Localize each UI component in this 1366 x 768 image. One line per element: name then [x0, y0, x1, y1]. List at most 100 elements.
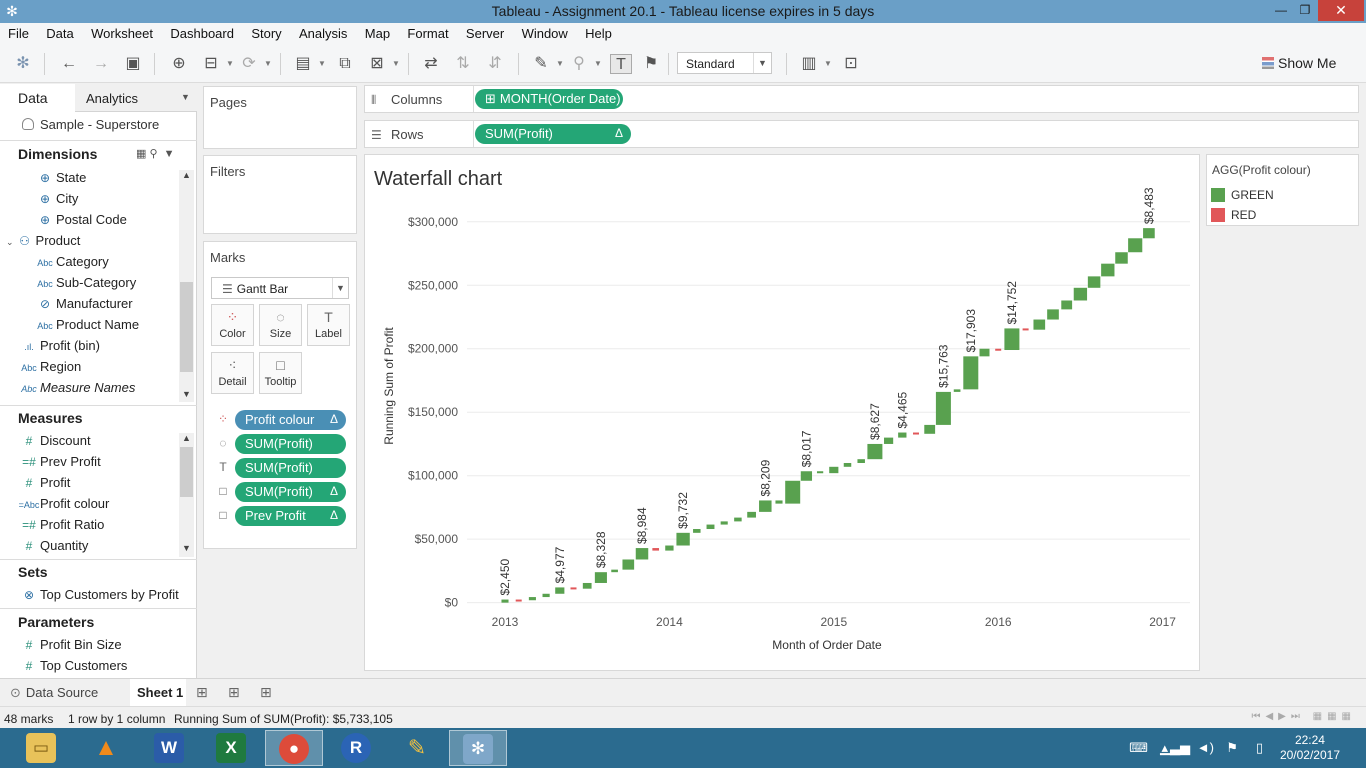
menu-file[interactable]: File — [8, 23, 29, 41]
waterfall-bar[interactable] — [1033, 319, 1046, 330]
tooltip-button[interactable]: □ Tooltip — [259, 352, 302, 394]
pages-card[interactable]: Pages — [203, 86, 357, 149]
menu-story[interactable]: Story — [251, 23, 281, 41]
field-prev-profit[interactable]: =# Prev Profit — [18, 454, 101, 469]
new-story-icon[interactable]: ⊞ — [260, 684, 272, 701]
field-product-name[interactable]: Abc Product Name — [34, 317, 139, 332]
waterfall-bar[interactable] — [1115, 252, 1128, 264]
waterfall-bar[interactable] — [924, 424, 936, 434]
dimensions-scrollbar[interactable]: ▲ ▼ — [179, 170, 194, 402]
pause-updates-icon[interactable]: ⊟ — [200, 54, 222, 74]
menu-map[interactable]: Map — [365, 23, 390, 41]
flag-icon[interactable]: ⚑ — [1226, 740, 1238, 756]
chevron-down-icon[interactable]: ▼ — [181, 92, 190, 102]
menu-help[interactable]: Help — [585, 23, 612, 41]
menu-analysis[interactable]: Analysis — [299, 23, 347, 41]
tableau-taskbar-icon[interactable]: ✻ — [449, 730, 507, 766]
field-profit-ratio[interactable]: =# Profit Ratio — [18, 517, 104, 532]
legend-item-red[interactable]: RED — [1211, 208, 1256, 222]
keyboard-icon[interactable]: ⌨ — [1129, 740, 1148, 756]
waterfall-bar[interactable] — [635, 548, 649, 560]
datasource-item[interactable]: Sample - Superstore — [22, 117, 159, 132]
r-icon[interactable]: R — [327, 730, 385, 766]
field-profit-bin[interactable]: .ıl. Profit (bin) — [18, 338, 100, 353]
mark-type-dropdown[interactable]: ☰ Gantt Bar ▼ — [211, 277, 349, 299]
fix-axes-icon[interactable]: ⚑ — [640, 54, 662, 74]
waterfall-bar[interactable] — [501, 599, 509, 603]
waterfall-bar[interactable] — [800, 471, 813, 481]
new-dashboard-icon[interactable]: ⊞ — [228, 684, 240, 701]
chrome-icon[interactable]: ● — [265, 730, 323, 766]
clear-sheet-icon[interactable]: ⊠ — [366, 54, 388, 74]
waterfall-bar[interactable] — [1101, 263, 1115, 277]
field-category[interactable]: Abc Category — [34, 254, 109, 269]
new-worksheet-icon[interactable]: ⊞ — [196, 684, 208, 701]
excel-icon[interactable]: X — [202, 730, 260, 766]
scroll-down-icon[interactable]: ▼ — [179, 543, 194, 553]
waterfall-bar[interactable] — [884, 437, 894, 444]
waterfall-bar[interactable] — [515, 599, 522, 602]
tab-data[interactable]: Data — [0, 84, 75, 112]
waterfall-bar[interactable] — [857, 459, 865, 463]
show-me-button[interactable]: Show Me — [1262, 55, 1336, 71]
word-icon[interactable]: W — [140, 730, 198, 766]
waterfall-bar[interactable] — [1087, 276, 1101, 288]
waterfall-bar[interactable] — [953, 389, 961, 392]
legend-item-green[interactable]: GREEN — [1211, 188, 1274, 202]
group-icon[interactable]: ⚲ — [568, 54, 590, 74]
waterfall-bar[interactable] — [594, 572, 607, 583]
waterfall-bar[interactable] — [706, 524, 715, 530]
waterfall-bar[interactable] — [759, 500, 772, 512]
field-quantity[interactable]: # Quantity — [18, 538, 89, 553]
waterfall-bar[interactable] — [816, 471, 824, 474]
waterfall-bar[interactable] — [720, 521, 728, 525]
pill-tooltip-prev-profit[interactable]: Prev Profit Δ — [235, 506, 346, 526]
swap-icon[interactable]: ⇄ — [420, 54, 442, 74]
scroll-thumb[interactable] — [180, 282, 193, 372]
waterfall-bar[interactable] — [582, 582, 592, 589]
waterfall-bar[interactable] — [1022, 328, 1029, 331]
scroll-thumb[interactable] — [180, 447, 193, 497]
pill-profit-colour[interactable]: Profit colour Δ — [235, 410, 346, 430]
cards-icon[interactable]: ▥ — [798, 54, 820, 74]
field-measure-names[interactable]: Abc Measure Names — [18, 380, 135, 395]
menu-worksheet[interactable]: Worksheet — [91, 23, 153, 41]
waterfall-bar[interactable] — [867, 443, 883, 460]
menu-server[interactable]: Server — [466, 23, 504, 41]
waterfall-bar[interactable] — [1143, 228, 1155, 239]
field-product[interactable]: ⌄ ⚇ Product — [6, 233, 80, 248]
sort-descending-icon[interactable]: ⇵ — [484, 54, 506, 74]
fit-dropdown[interactable]: Standard ▼ — [677, 52, 772, 74]
param-profit-bin-size[interactable]: # Profit Bin Size — [18, 637, 122, 652]
field-discount[interactable]: # Discount — [18, 433, 91, 448]
pill-month-order-date[interactable]: ⊞ MONTH(Order Date) — [475, 89, 623, 109]
vlc-icon[interactable]: ▲ — [77, 730, 135, 766]
clock[interactable]: 22:24 20/02/2017 — [1280, 733, 1340, 763]
waterfall-bar[interactable] — [963, 356, 979, 390]
field-postal-code[interactable]: ⊕ Postal Code — [34, 212, 127, 227]
label-button[interactable]: T Label — [307, 304, 350, 346]
waterfall-bar[interactable] — [1047, 309, 1059, 320]
waterfall-bar[interactable] — [829, 466, 839, 474]
scroll-down-icon[interactable]: ▼ — [179, 389, 194, 399]
waterfall-bar[interactable] — [693, 529, 701, 533]
waterfall-bar[interactable] — [622, 559, 635, 570]
show-labels-icon[interactable]: T — [610, 54, 632, 74]
dimensions-header-icons[interactable]: ▦ ⚲ ▼ — [136, 147, 175, 160]
param-top-customers[interactable]: # Top Customers — [18, 658, 128, 673]
measures-scrollbar[interactable]: ▲ ▼ — [179, 433, 194, 557]
size-button[interactable]: ◌ Size — [259, 304, 302, 346]
tableau-logo-icon[interactable]: ✻ — [12, 54, 34, 74]
field-region[interactable]: Abc Region — [18, 359, 81, 374]
waterfall-bar[interactable] — [913, 432, 919, 435]
undo-icon[interactable]: ← — [58, 54, 80, 74]
restore-button[interactable]: ❐ — [1291, 0, 1319, 21]
rows-shelf[interactable]: ☰ Rows SUM(Profit) Δ — [364, 120, 1359, 148]
waterfall-bar[interactable] — [935, 391, 951, 425]
menu-format[interactable]: Format — [407, 23, 448, 41]
menu-data[interactable]: Data — [46, 23, 73, 41]
new-worksheet-icon[interactable]: ▤ — [292, 54, 314, 74]
waterfall-bar[interactable] — [734, 517, 742, 522]
sheet-nav-arrows[interactable]: ⏮◀▶⏭ ▦▦▦ — [1251, 711, 1356, 722]
tab-data-source[interactable]: ⊙ Data Source — [10, 685, 98, 701]
